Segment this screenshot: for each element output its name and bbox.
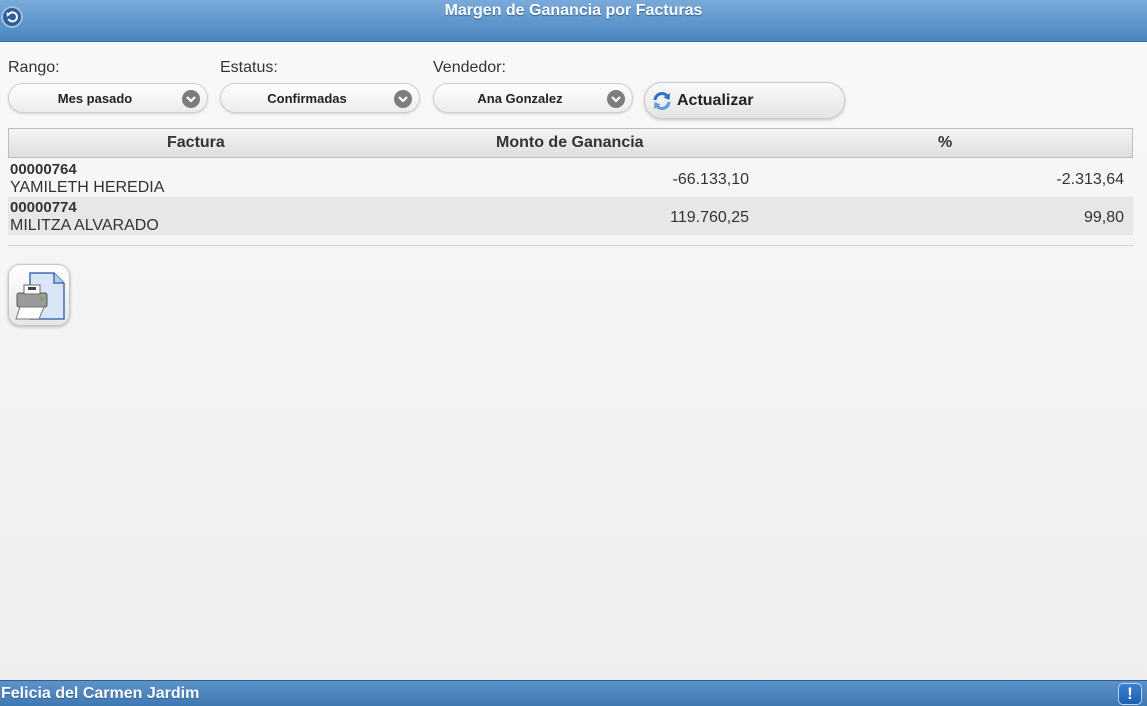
exclamation-icon: ! bbox=[1127, 684, 1133, 703]
range-value: Mes pasado bbox=[57, 91, 133, 106]
profit-percent: 99,80 bbox=[1083, 209, 1124, 226]
status-label: Estatus: bbox=[220, 59, 278, 76]
profit-percent: -2.313,64 bbox=[1056, 171, 1124, 188]
chevron-down-icon bbox=[182, 90, 200, 108]
seller-label: Vendedor: bbox=[433, 59, 506, 76]
invoice-number: 00000764 bbox=[10, 161, 77, 178]
page-title: Margen de Ganancia por Facturas bbox=[444, 2, 703, 19]
refresh-button[interactable]: Actualizar bbox=[644, 82, 845, 119]
refresh-icon bbox=[651, 90, 673, 117]
seller-select[interactable]: Ana Gonzalez bbox=[433, 83, 633, 113]
status-select[interactable]: Confirmadas bbox=[220, 83, 420, 113]
invoice-number: 00000774 bbox=[10, 199, 77, 216]
seller-value: Ana Gonzalez bbox=[477, 91, 563, 106]
refresh-label: Actualizar bbox=[677, 92, 754, 109]
header-bar: Margen de Ganancia por Facturas bbox=[0, 0, 1147, 42]
alert-button[interactable]: ! bbox=[1118, 683, 1142, 705]
status-value: Confirmadas bbox=[267, 91, 347, 106]
table-row[interactable]: 00000774 MILITZA ALVARADO 119.760,25 99,… bbox=[8, 197, 1133, 235]
table-header: Factura Monto de Ganancia % bbox=[8, 128, 1133, 158]
user-name: Felicia del Carmen Jardim bbox=[1, 685, 200, 702]
footer-bar: Felicia del Carmen Jardim ! bbox=[0, 680, 1147, 706]
column-header-profit[interactable]: Monto de Ganancia bbox=[496, 134, 644, 152]
customer-name: MILITZA ALVARADO bbox=[10, 217, 159, 234]
range-select[interactable]: Mes pasado bbox=[8, 83, 208, 113]
customer-name: YAMILETH HEREDIA bbox=[10, 179, 165, 196]
printer-icon bbox=[15, 272, 65, 320]
print-button[interactable] bbox=[8, 264, 70, 326]
profit-amount: 119.760,25 bbox=[670, 209, 749, 226]
column-header-invoice[interactable]: Factura bbox=[167, 134, 225, 152]
chevron-down-icon bbox=[607, 90, 625, 108]
chevron-down-icon bbox=[394, 90, 412, 108]
column-header-percent[interactable]: % bbox=[938, 134, 952, 152]
range-label: Rango: bbox=[8, 59, 60, 76]
divider bbox=[8, 245, 1133, 246]
profit-amount: -66.133,10 bbox=[672, 171, 749, 188]
table-row[interactable]: 00000764 YAMILETH HEREDIA -66.133,10 -2.… bbox=[8, 159, 1133, 197]
